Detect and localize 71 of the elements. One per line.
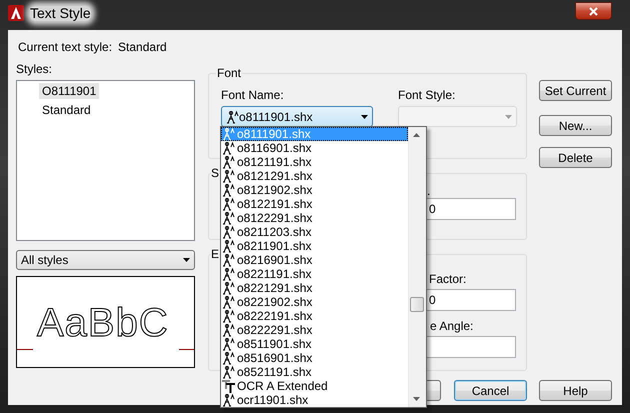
font-option[interactable]: o8222191.shx	[221, 309, 408, 323]
scroll-up-icon	[413, 133, 420, 137]
compass-icon	[222, 169, 235, 183]
font-style-label: Font Style:	[398, 88, 456, 102]
compass-icon	[222, 141, 235, 155]
font-option[interactable]: o8121191.shx	[221, 155, 408, 169]
font-option[interactable]: o8221191.shx	[221, 267, 408, 281]
font-option[interactable]: o8121291.shx	[221, 169, 408, 183]
font-option[interactable]: o8222291.shx	[221, 323, 408, 337]
scroll-thumb[interactable]	[410, 297, 424, 312]
style-item[interactable]: O8111901	[39, 83, 100, 99]
font-icon	[222, 379, 235, 393]
help-button[interactable]: Help	[539, 380, 612, 401]
font-option[interactable]: o8122291.shx	[221, 211, 408, 225]
font-name-label: Font Name:	[221, 88, 285, 102]
font-option[interactable]: o8511901.shx	[221, 337, 408, 351]
compass-icon	[222, 323, 235, 337]
dialog-button[interactable]: Set Current	[539, 80, 612, 101]
compass-icon	[222, 267, 235, 281]
group-label: S	[211, 166, 220, 180]
compass-icon	[222, 197, 235, 211]
scroll-down-icon	[413, 397, 420, 401]
font-option[interactable]: o8122191.shx	[221, 197, 408, 211]
compass-icon	[222, 393, 235, 407]
font-option[interactable]: o8221291.shx	[221, 281, 408, 295]
font-option[interactable]: o8521191.shx	[221, 365, 408, 379]
cancel-button[interactable]: Cancel	[454, 380, 527, 401]
close-icon	[588, 6, 599, 16]
font-option[interactable]: o8216901.shx	[221, 253, 408, 267]
close-button[interactable]	[575, 2, 612, 20]
style-item[interactable]: Standard	[39, 102, 94, 118]
compass-icon	[222, 225, 235, 239]
oblique-angle-label: e Angle:	[430, 319, 474, 333]
compass-icon	[222, 211, 235, 225]
caret-icon	[505, 114, 512, 118]
preview-text: AaBbC	[37, 303, 169, 343]
styles-label: Styles:	[16, 62, 54, 76]
width-factor-label: Factor:	[429, 272, 466, 286]
font-option[interactable]: o8116901.shx	[221, 141, 408, 155]
dialog-button[interactable]: Delete	[539, 147, 612, 168]
dialog-button[interactable]: New...	[539, 115, 612, 136]
compass-icon	[222, 337, 235, 351]
font-option[interactable]: o8211901.shx	[221, 239, 408, 253]
group-label: Font	[216, 66, 242, 80]
caret-icon	[361, 114, 368, 118]
compass-icon	[222, 253, 235, 267]
font-option[interactable]: o8221902.shx	[221, 295, 408, 309]
current-style-label: Current text style:	[18, 40, 112, 54]
font-option[interactable]: o8516901.shx	[221, 351, 408, 365]
compass-icon	[222, 183, 235, 197]
filter-dropdown[interactable]: All styles	[16, 250, 195, 270]
compass-icon	[222, 351, 235, 365]
compass-icon	[222, 365, 235, 379]
font-name-dropdown[interactable]: o8111901.shx	[221, 106, 373, 127]
compass-icon	[222, 281, 235, 295]
compass-icon	[222, 239, 235, 253]
compass-icon	[222, 295, 235, 309]
font-option[interactable]: o8211203.shx	[221, 225, 408, 239]
caret-icon	[183, 258, 190, 262]
app-icon	[8, 5, 24, 21]
height-label: .	[427, 184, 430, 198]
font-option[interactable]: ocr11901.shx	[221, 393, 408, 407]
compass-icon	[222, 155, 235, 169]
current-style-value: Standard	[118, 40, 167, 54]
window-title: Text Style	[30, 6, 91, 21]
compass-icon	[222, 309, 235, 323]
compass-icon	[226, 110, 239, 124]
font-option[interactable]: OCR A Extended	[221, 379, 408, 393]
group-label: E	[211, 247, 220, 261]
scrollbar[interactable]	[408, 127, 426, 407]
font-option[interactable]: o8121902.shx	[221, 183, 408, 197]
